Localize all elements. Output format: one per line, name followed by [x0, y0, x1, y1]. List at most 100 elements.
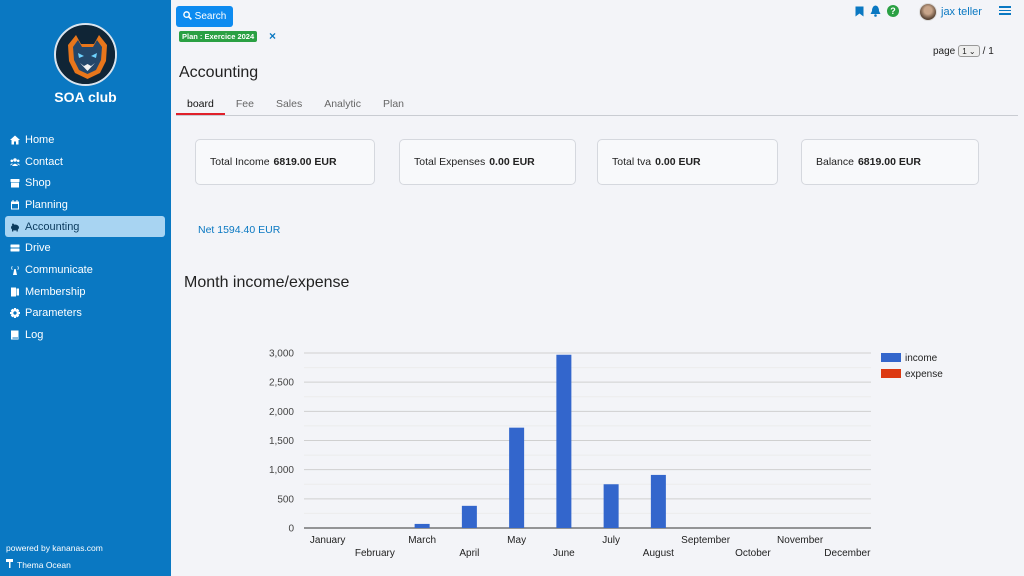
- sidebar-item-label: Shop: [25, 177, 51, 190]
- x-tick-label: October: [735, 548, 771, 559]
- card-value: 6819.00 EUR: [273, 156, 337, 168]
- sidebar-item-label: Planning: [25, 198, 68, 211]
- x-tick-label: February: [355, 548, 395, 559]
- sidebar-item-shop[interactable]: Shop: [5, 172, 165, 194]
- legend-swatch-expense: [881, 369, 901, 378]
- total-income-card: Total Income 6819.00 EUR: [195, 139, 375, 185]
- sidebar-item-home[interactable]: Home: [5, 129, 165, 151]
- income-expense-chart: 0 500 1,000 1,500 2,000 2,500 3,000 January Febr…: [269, 349, 943, 560]
- user-name: jax teller: [941, 6, 982, 18]
- y-tick-label: 1,000: [269, 465, 294, 476]
- gear-icon: [9, 308, 21, 319]
- x-tick-label: April: [459, 548, 479, 559]
- sidebar-item-label: Accounting: [25, 220, 80, 233]
- legend-label: expense: [905, 369, 943, 380]
- bar-income: [414, 523, 430, 528]
- x-tick-label: November: [777, 535, 824, 546]
- x-tick-label: September: [681, 535, 731, 546]
- club-name: SOA club: [54, 89, 117, 105]
- x-tick-label: August: [643, 548, 674, 559]
- theme-selector[interactable]: Thema Ocean: [6, 559, 71, 570]
- tab-analytic[interactable]: Analytic: [313, 96, 372, 115]
- y-tick-label: 2,000: [269, 407, 294, 418]
- help-icon[interactable]: ?: [887, 4, 899, 22]
- svg-text:?: ?: [890, 6, 896, 16]
- piggy-bank-icon: [9, 222, 21, 232]
- chart-title: Month income/expense: [184, 274, 350, 291]
- avatar: [919, 3, 937, 21]
- menu-icon[interactable]: [999, 4, 1011, 17]
- y-tick-label: 2,500: [269, 378, 294, 389]
- sidebar-item-communicate[interactable]: Communicate: [5, 259, 165, 281]
- users-icon: [9, 157, 21, 167]
- home-icon: [9, 135, 21, 145]
- net-amount: Net 1594.40 EUR: [198, 224, 281, 236]
- total-tva-card: Total tva 0.00 EUR: [597, 139, 778, 185]
- x-tick-label: December: [824, 548, 871, 559]
- card-value: 6819.00 EUR: [857, 156, 921, 168]
- page-label: page: [933, 45, 956, 57]
- sidebar-item-label: Communicate: [25, 263, 93, 276]
- powered-by-link[interactable]: powered by kananas.com: [6, 543, 103, 553]
- total-expenses-card: Total Expenses 0.00 EUR: [399, 139, 576, 185]
- sidebar-item-parameters[interactable]: Parameters: [5, 303, 165, 325]
- sidebar-item-label: Contact: [25, 155, 63, 168]
- x-tick-label: May: [507, 535, 526, 546]
- sidebar-item-label: Drive: [25, 242, 51, 255]
- page-title: Accounting: [179, 64, 259, 81]
- tab-fee[interactable]: Fee: [225, 96, 265, 115]
- sidebar-item-label: Parameters: [25, 307, 82, 320]
- card-label: Total Income: [210, 156, 270, 168]
- tab-bar: board Fee Sales Analytic Plan: [176, 96, 1018, 116]
- page-select[interactable]: 1 ⌄: [958, 45, 980, 57]
- page-total: / 1: [982, 45, 994, 57]
- legend-swatch-income: [881, 353, 901, 362]
- top-icons: ?: [855, 4, 899, 22]
- card-label: Total tva: [612, 156, 652, 168]
- bar-income: [556, 354, 572, 528]
- search-button-label: Search: [194, 11, 227, 22]
- bookmark-icon[interactable]: [855, 4, 864, 22]
- balance-card: Balance 6819.00 EUR: [801, 139, 979, 185]
- bar-income: [650, 474, 666, 528]
- search-icon: [182, 10, 192, 23]
- pagination: page 1 ⌄ / 1: [933, 45, 994, 57]
- shop-icon: [9, 178, 21, 188]
- bar-income: [461, 505, 477, 528]
- sidebar: SOA club Home Contact Shop Planning Acco…: [0, 0, 171, 576]
- user-menu[interactable]: jax teller: [919, 3, 982, 21]
- sidebar-item-log[interactable]: Log: [5, 324, 165, 346]
- tab-sales[interactable]: Sales: [265, 96, 313, 115]
- legend-label: income: [905, 353, 938, 364]
- x-tick-label: March: [408, 535, 436, 546]
- sidebar-item-accounting[interactable]: Accounting: [5, 215, 165, 238]
- y-tick-label: 0: [288, 524, 294, 535]
- card-value: 0.00 EUR: [489, 156, 535, 168]
- tab-board[interactable]: board: [176, 96, 225, 115]
- bell-icon[interactable]: [870, 4, 881, 22]
- sidebar-item-label: Membership: [25, 285, 86, 298]
- tab-plan[interactable]: Plan: [372, 96, 415, 115]
- book-icon: [9, 330, 21, 340]
- x-tick-label: January: [310, 535, 346, 546]
- remove-plan-filter-button[interactable]: ×: [269, 29, 276, 43]
- page-select-value: 1: [962, 47, 967, 56]
- paint-roller-icon: [6, 559, 14, 570]
- sidebar-item-label: Log: [25, 329, 44, 342]
- sidebar-item-planning[interactable]: Planning: [5, 194, 165, 216]
- x-tick-label: July: [602, 535, 620, 546]
- y-tick-label: 1,500: [269, 436, 294, 447]
- sidebar-item-label: Home: [25, 133, 55, 146]
- sidebar-item-contact[interactable]: Contact: [5, 151, 165, 173]
- search-button[interactable]: Search: [176, 6, 233, 27]
- theme-label: Thema Ocean: [17, 559, 71, 570]
- sidebar-item-membership[interactable]: Membership: [5, 281, 165, 303]
- sidebar-nav: Home Contact Shop Planning Accounting Dr…: [5, 129, 165, 346]
- sidebar-item-drive[interactable]: Drive: [5, 237, 165, 259]
- y-tick-label: 3,000: [269, 349, 294, 360]
- bar-income: [509, 427, 525, 528]
- id-card-icon: [9, 287, 21, 297]
- bar-income: [603, 484, 619, 528]
- club-logo[interactable]: [54, 23, 117, 86]
- calendar-icon: [9, 199, 21, 210]
